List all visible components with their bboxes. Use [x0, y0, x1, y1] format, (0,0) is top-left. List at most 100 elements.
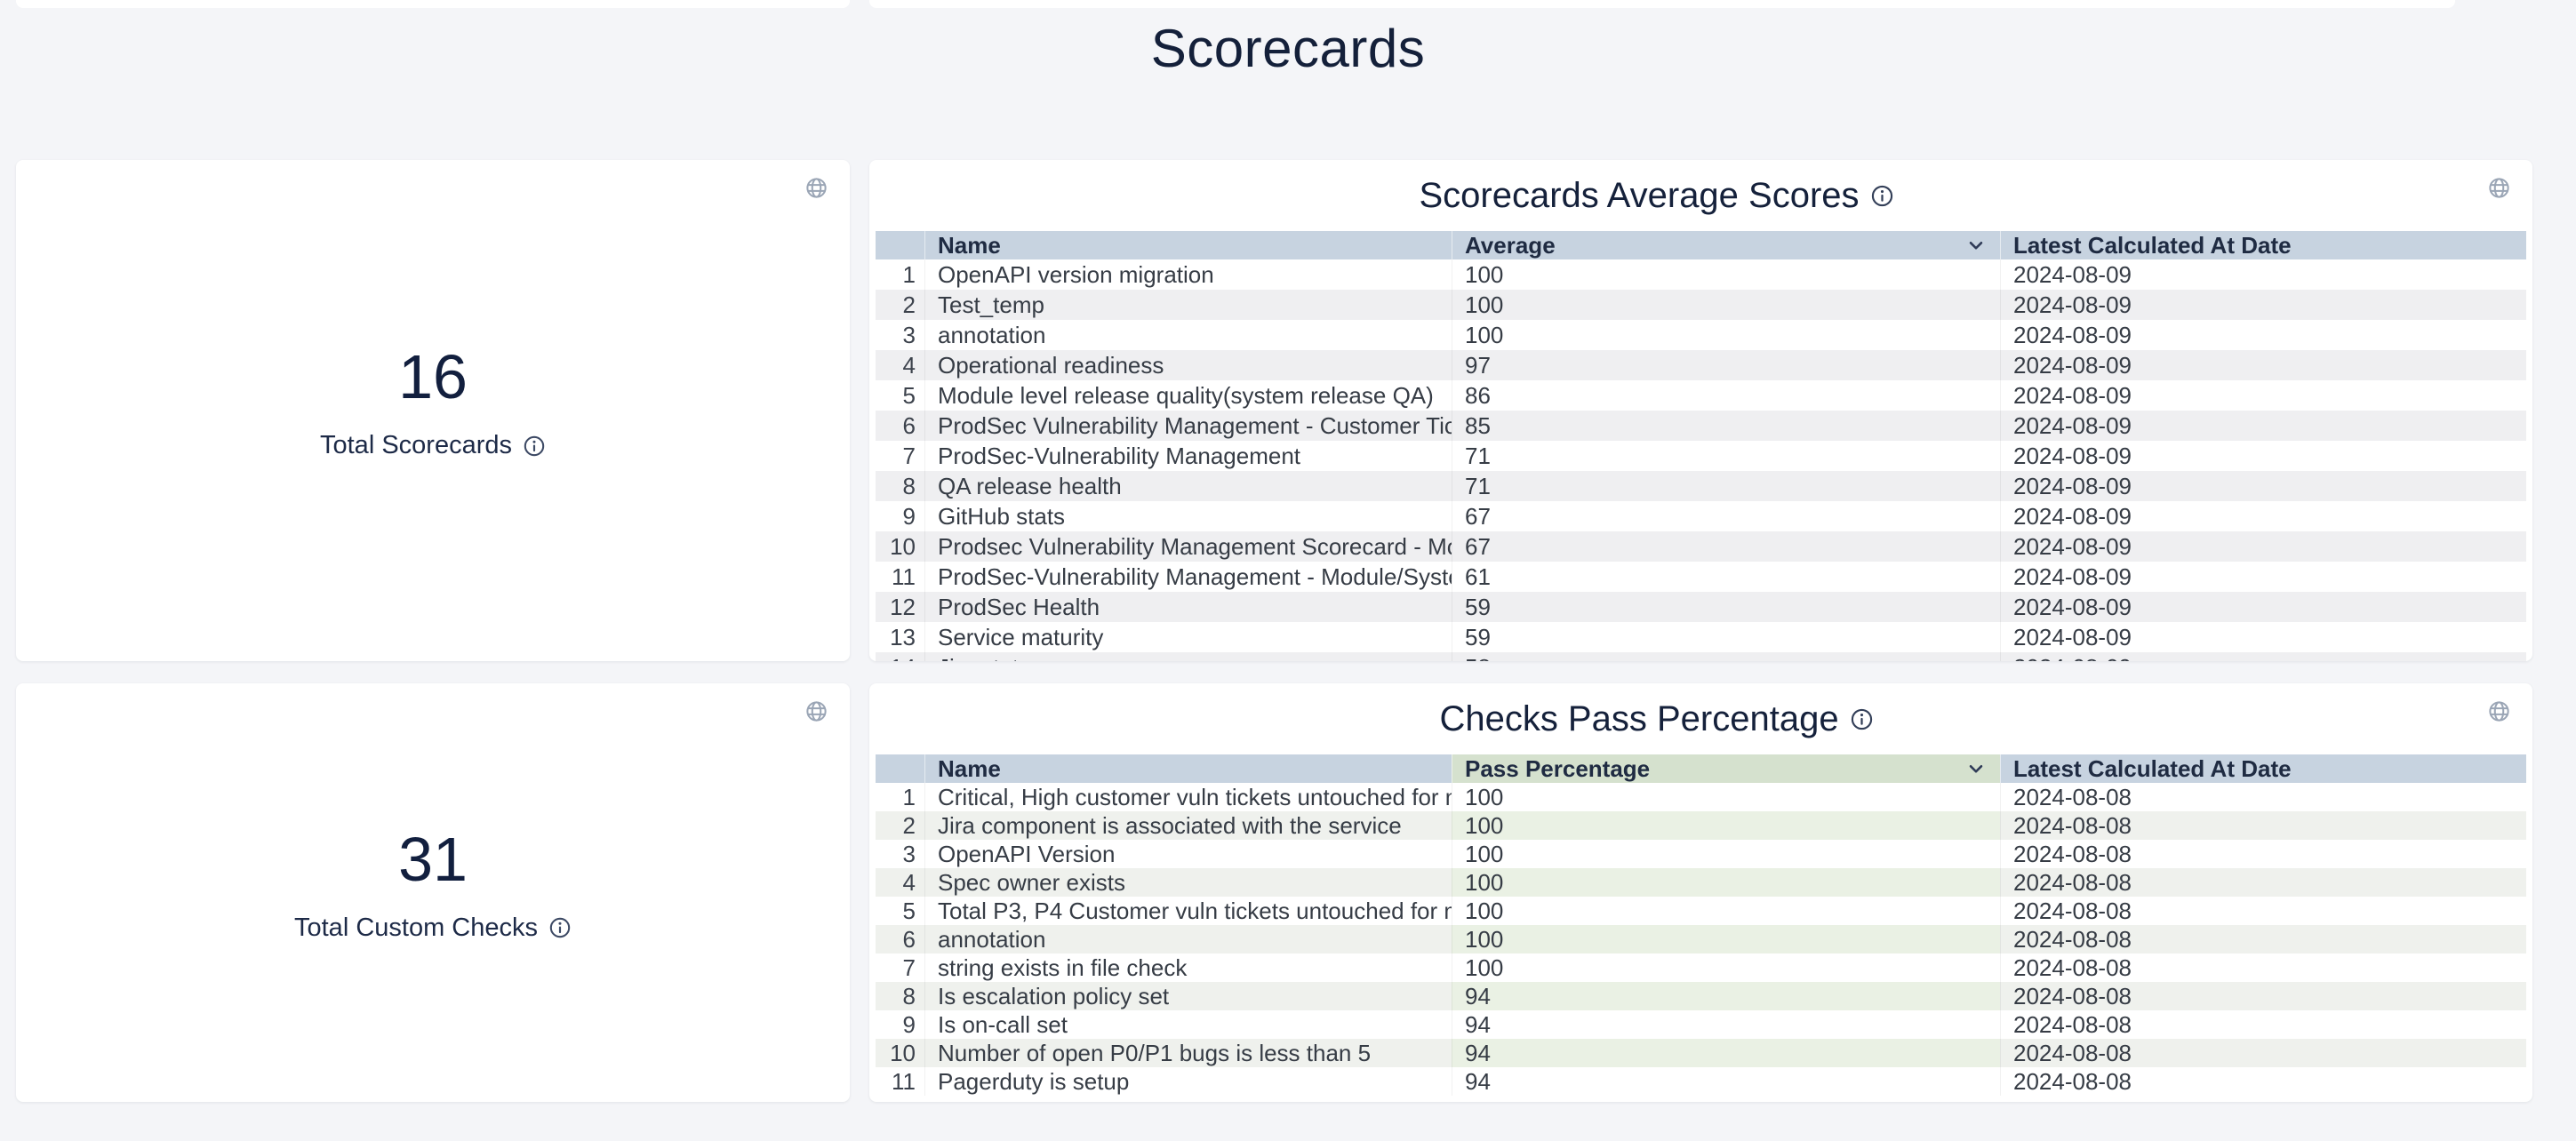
cell-date: 2024-08-09 — [2000, 320, 2526, 350]
cell-name: Is on-call set — [924, 1010, 1452, 1039]
row-index: 14 — [876, 652, 924, 661]
column-header-pass-percentage[interactable]: Pass Percentage — [1452, 754, 2000, 783]
table-row: 5Total P3, P4 Customer vuln tickets unto… — [876, 897, 2526, 925]
cell-value: 100 — [1452, 868, 2000, 897]
cell-date: 2024-08-08 — [2000, 1067, 2526, 1096]
cell-date: 2024-08-08 — [2000, 982, 2526, 1010]
table-body: 1OpenAPI version migration1002024-08-092… — [876, 259, 2526, 661]
table-row: 10Prodsec Vulnerability Management Score… — [876, 531, 2526, 562]
row-index: 10 — [876, 531, 924, 562]
cell-name: Pagerduty is setup — [924, 1067, 1452, 1096]
cell-value: 100 — [1452, 897, 2000, 925]
table-row: 12ProdSec Health592024-08-09 — [876, 592, 2526, 622]
panel-total-scorecards: 16 Total Scorecards — [16, 160, 850, 661]
table-row: 1OpenAPI version migration1002024-08-09 — [876, 259, 2526, 290]
row-index: 9 — [876, 501, 924, 531]
cell-name: Number of open P0/P1 bugs is less than 5 — [924, 1039, 1452, 1067]
cell-date: 2024-08-09 — [2000, 290, 2526, 320]
cell-date: 2024-08-08 — [2000, 783, 2526, 811]
clipped-card-above-right — [869, 0, 2455, 8]
table-row: 8Is escalation policy set942024-08-08 — [876, 982, 2526, 1010]
cell-value: 59 — [1452, 592, 2000, 622]
column-header-name[interactable]: Name — [924, 231, 1452, 259]
cell-name: ProdSec-Vulnerability Management — [924, 441, 1452, 471]
info-icon[interactable] — [548, 916, 572, 939]
table-row: 6annotation1002024-08-08 — [876, 925, 2526, 953]
row-index: 12 — [876, 592, 924, 622]
total-custom-checks-label: Total Custom Checks — [294, 914, 538, 943]
cell-value: 100 — [1452, 290, 2000, 320]
row-index: 8 — [876, 471, 924, 501]
cell-value: 67 — [1452, 531, 2000, 562]
cell-date: 2024-08-08 — [2000, 1039, 2526, 1067]
globe-icon[interactable] — [2487, 176, 2511, 200]
chevron-down-icon — [1964, 757, 1988, 780]
table-row: 14Jira stats582024-08-09 — [876, 652, 2526, 661]
cell-value: 59 — [1452, 622, 2000, 652]
row-index: 4 — [876, 350, 924, 380]
table-row: 3annotation1002024-08-09 — [876, 320, 2526, 350]
cell-date: 2024-08-08 — [2000, 897, 2526, 925]
column-header-name[interactable]: Name — [924, 754, 1452, 783]
globe-icon[interactable] — [2487, 699, 2511, 723]
cell-value: 86 — [1452, 380, 2000, 411]
cell-value: 100 — [1452, 811, 2000, 840]
info-icon[interactable] — [1870, 184, 1894, 208]
panel-title: Scorecards Average Scores — [1419, 176, 1859, 216]
table-row: 3OpenAPI Version1002024-08-08 — [876, 840, 2526, 868]
table-row: 8QA release health712024-08-09 — [876, 471, 2526, 501]
panel-total-custom-checks: 31 Total Custom Checks — [16, 683, 850, 1102]
cell-value: 100 — [1452, 840, 2000, 868]
row-index: 7 — [876, 953, 924, 982]
cell-name: OpenAPI Version — [924, 840, 1452, 868]
row-index: 6 — [876, 925, 924, 953]
row-index: 11 — [876, 1067, 924, 1096]
cell-date: 2024-08-09 — [2000, 531, 2526, 562]
info-icon[interactable] — [1850, 707, 1874, 731]
cell-name: ProdSec Health — [924, 592, 1452, 622]
cell-name: Prodsec Vulnerability Management Scoreca… — [924, 531, 1452, 562]
row-index: 3 — [876, 840, 924, 868]
panel-title: Checks Pass Percentage — [1439, 699, 1838, 739]
chevron-down-icon — [1964, 234, 1988, 257]
cell-date: 2024-08-09 — [2000, 471, 2526, 501]
row-index: 8 — [876, 982, 924, 1010]
cell-date: 2024-08-08 — [2000, 1010, 2526, 1039]
cell-date: 2024-08-09 — [2000, 592, 2526, 622]
cell-name: annotation — [924, 320, 1452, 350]
info-icon[interactable] — [523, 435, 546, 458]
cell-value: 100 — [1452, 259, 2000, 290]
table-row: 11ProdSec-Vulnerability Management - Mod… — [876, 562, 2526, 592]
row-index: 13 — [876, 622, 924, 652]
page-title: Scorecards — [0, 18, 2576, 79]
cell-date: 2024-08-08 — [2000, 925, 2526, 953]
cell-value: 94 — [1452, 1067, 2000, 1096]
cell-name: Jira stats — [924, 652, 1452, 661]
row-index: 3 — [876, 320, 924, 350]
column-header-average[interactable]: Average — [1452, 231, 2000, 259]
column-header-index — [876, 231, 924, 259]
cell-value: 94 — [1452, 982, 2000, 1010]
cell-name: Module level release quality(system rele… — [924, 380, 1452, 411]
cell-value: 71 — [1452, 441, 2000, 471]
row-index: 2 — [876, 290, 924, 320]
total-custom-checks-value: 31 — [398, 826, 468, 894]
cell-name: annotation — [924, 925, 1452, 953]
table-row: 5Module level release quality(system rel… — [876, 380, 2526, 411]
cell-date: 2024-08-09 — [2000, 652, 2526, 661]
cell-name: string exists in file check — [924, 953, 1452, 982]
cell-value: 94 — [1452, 1010, 2000, 1039]
row-index: 5 — [876, 897, 924, 925]
panel-scorecards-average-scores: Scorecards Average Scores Name Average L… — [869, 160, 2532, 661]
column-header-date[interactable]: Latest Calculated At Date — [2000, 231, 2526, 259]
row-index: 10 — [876, 1039, 924, 1067]
table-row: 7string exists in file check1002024-08-0… — [876, 953, 2526, 982]
cell-date: 2024-08-09 — [2000, 259, 2526, 290]
cell-name: Test_temp — [924, 290, 1452, 320]
column-header-date[interactable]: Latest Calculated At Date — [2000, 754, 2526, 783]
table-row: 1Critical, High customer vuln tickets un… — [876, 783, 2526, 811]
table-row: 11Pagerduty is setup942024-08-08 — [876, 1067, 2526, 1096]
cell-date: 2024-08-08 — [2000, 811, 2526, 840]
row-index: 4 — [876, 868, 924, 897]
table-row: 13Service maturity592024-08-09 — [876, 622, 2526, 652]
